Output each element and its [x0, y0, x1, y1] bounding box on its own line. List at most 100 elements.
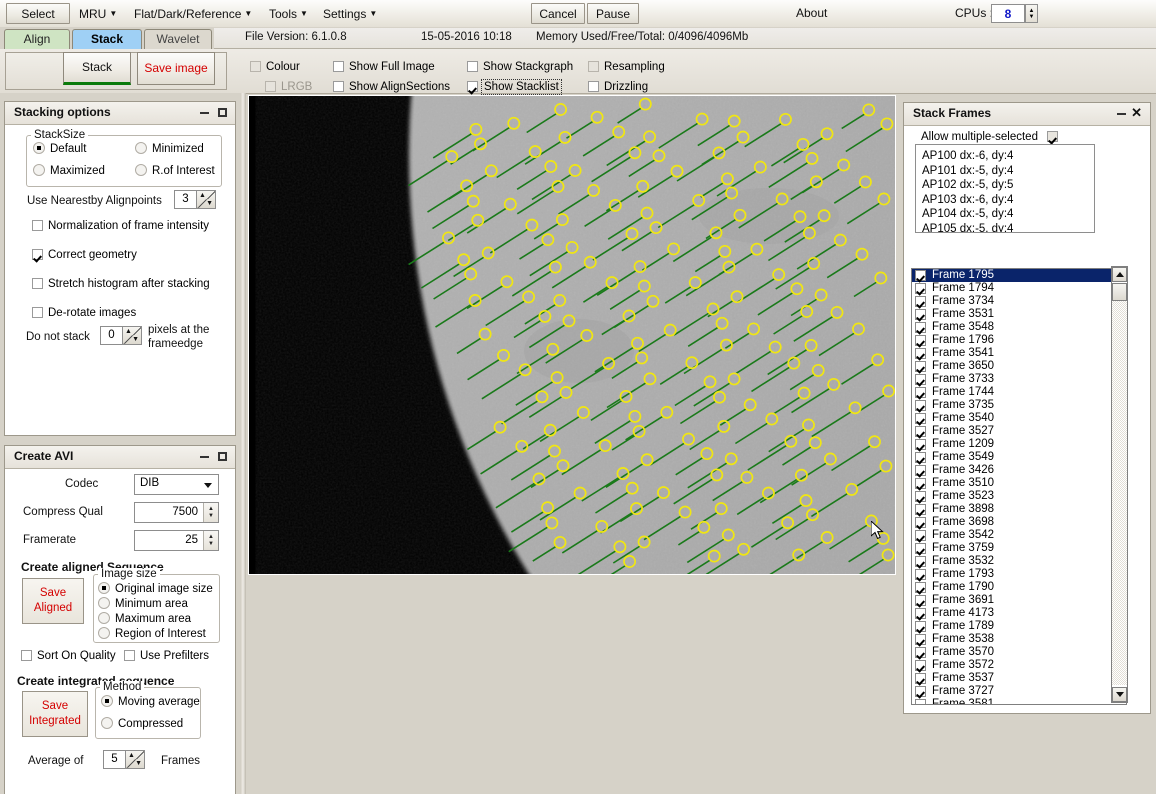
- checkbox-lrgb[interactable]: LRGB: [265, 81, 312, 93]
- frame-checkbox[interactable]: [915, 686, 926, 697]
- frame-checkbox[interactable]: [915, 348, 926, 359]
- checkbox-show-alignsections[interactable]: Show AlignSections: [333, 81, 450, 93]
- checkbox-stretch-histogram[interactable]: Stretch histogram after stacking: [32, 278, 210, 290]
- frame-list-item[interactable]: Frame 3698: [912, 516, 1126, 529]
- alignpoint-row[interactable]: AP102 dx:-5, dy:5: [922, 178, 1094, 193]
- save-integrated-button[interactable]: Save Integrated: [22, 691, 88, 737]
- frame-list-item[interactable]: Frame 3540: [912, 412, 1126, 425]
- frame-checkbox[interactable]: [915, 582, 926, 593]
- frame-list-item[interactable]: Frame 3527: [912, 425, 1126, 438]
- radio-stacksize-maximized[interactable]: Maximized: [33, 164, 105, 177]
- pause-button[interactable]: Pause: [587, 3, 639, 24]
- checkbox-allow-multiple-selected[interactable]: Allow multiple-selected: [921, 131, 1059, 143]
- frame-list-item[interactable]: Frame 3898: [912, 503, 1126, 516]
- frame-checkbox[interactable]: [915, 361, 926, 372]
- close-icon[interactable]: ✕: [1131, 106, 1142, 119]
- tab-align[interactable]: Align: [4, 29, 70, 49]
- average-of-stepper[interactable]: 5 ▲ ▼: [103, 750, 145, 769]
- frame-checkbox[interactable]: [915, 517, 926, 528]
- frame-checkbox[interactable]: [915, 608, 926, 619]
- radio-region-of-interest[interactable]: Region of Interest: [98, 627, 206, 640]
- save-aligned-button[interactable]: Save Aligned: [22, 578, 84, 624]
- frame-list-item[interactable]: Frame 3572: [912, 659, 1126, 672]
- scrollbar-track[interactable]: [1112, 284, 1127, 685]
- menu-item-tools[interactable]: Tools ▼: [266, 4, 311, 23]
- frame-checkbox[interactable]: [915, 465, 926, 476]
- menu-item-flat-dark-reference[interactable]: Flat/Dark/Reference ▼: [131, 4, 255, 23]
- frame-list[interactable]: Frame 1795 Frame 1794 Frame 3734 Frame 3531…: [911, 268, 1127, 705]
- checkbox-derotate-images[interactable]: De-rotate images: [32, 307, 136, 319]
- frame-checkbox[interactable]: [915, 478, 926, 489]
- checkbox-sort-on-quality[interactable]: Sort On Quality: [21, 650, 116, 662]
- frame-checkbox[interactable]: [915, 296, 926, 307]
- frame-list-item[interactable]: Frame 3581: [912, 698, 1126, 704]
- frame-list-item[interactable]: Frame 3691: [912, 594, 1126, 607]
- frame-checkbox[interactable]: [915, 335, 926, 346]
- frame-checkbox[interactable]: [915, 374, 926, 385]
- frame-list-scrollbar[interactable]: [1111, 266, 1128, 703]
- maximize-icon[interactable]: [218, 452, 227, 461]
- codec-select[interactable]: DIB: [134, 474, 219, 495]
- frame-checkbox[interactable]: [915, 699, 926, 704]
- alignpoint-row[interactable]: AP100 dx:-6, dy:4: [922, 149, 1094, 164]
- frame-list-item[interactable]: Frame 1794: [912, 282, 1126, 295]
- frame-list-item[interactable]: Frame 3510: [912, 477, 1126, 490]
- frame-checkbox[interactable]: [915, 439, 926, 450]
- scrollbar-thumb[interactable]: [1112, 283, 1127, 301]
- frame-list-item[interactable]: Frame 4173: [912, 607, 1126, 620]
- alignpoint-row[interactable]: AP101 dx:-5, dy:4: [922, 164, 1094, 179]
- minimize-icon[interactable]: [1117, 113, 1126, 115]
- frame-list-item[interactable]: Frame 3759: [912, 542, 1126, 555]
- frame-list-item[interactable]: Frame 3548: [912, 321, 1126, 334]
- frame-list-item[interactable]: Frame 1795: [912, 269, 1126, 282]
- frame-checkbox[interactable]: [915, 452, 926, 463]
- select-button[interactable]: Select: [6, 3, 70, 24]
- frame-list-item[interactable]: Frame 1796: [912, 334, 1126, 347]
- scroll-up-button[interactable]: [1112, 267, 1127, 282]
- radio-stacksize-roi[interactable]: R.of Interest: [135, 164, 215, 177]
- donotstack-stepper[interactable]: 0 ▲ ▼: [100, 326, 142, 345]
- nearestby-alignpoints-stepper[interactable]: 3 ▲ ▼: [174, 190, 216, 209]
- image-preview-canvas[interactable]: [248, 95, 896, 575]
- frame-checkbox[interactable]: [915, 322, 926, 333]
- tab-stack[interactable]: Stack: [72, 29, 142, 49]
- frame-list-item[interactable]: Frame 1793: [912, 568, 1126, 581]
- frame-checkbox[interactable]: [915, 413, 926, 424]
- frame-list-item[interactable]: Frame 3570: [912, 646, 1126, 659]
- frame-list-item[interactable]: Frame 3426: [912, 464, 1126, 477]
- frame-checkbox[interactable]: [915, 387, 926, 398]
- framerate-stepper[interactable]: 25 ▲ ▼: [134, 530, 219, 551]
- frame-checkbox[interactable]: [915, 660, 926, 671]
- frame-list-item[interactable]: Frame 3735: [912, 399, 1126, 412]
- tab-wavelet[interactable]: Wavelet: [144, 29, 212, 49]
- frame-list-item[interactable]: Frame 1744: [912, 386, 1126, 399]
- minimize-icon[interactable]: [200, 456, 209, 458]
- alignpoint-row[interactable]: AP105 dx:-5, dy:4: [922, 222, 1094, 233]
- checkbox-colour[interactable]: Colour: [250, 61, 300, 73]
- frame-list-item[interactable]: Frame 3532: [912, 555, 1126, 568]
- frame-list-item[interactable]: Frame 1209: [912, 438, 1126, 451]
- frame-list-item[interactable]: Frame 3542: [912, 529, 1126, 542]
- stepper-arrows[interactable]: ▲ ▼: [122, 327, 141, 344]
- frame-list-item[interactable]: Frame 3531: [912, 308, 1126, 321]
- cancel-button[interactable]: Cancel: [531, 3, 585, 24]
- frame-list-item[interactable]: Frame 3541: [912, 347, 1126, 360]
- frame-checkbox[interactable]: [915, 283, 926, 294]
- radio-compressed[interactable]: Compressed: [101, 717, 183, 730]
- checkbox-show-full-image[interactable]: Show Full Image: [333, 61, 435, 73]
- maximize-icon[interactable]: [218, 108, 227, 117]
- checkbox-show-stacklist[interactable]: Show Stacklist: [467, 79, 562, 95]
- frame-checkbox[interactable]: [915, 426, 926, 437]
- stack-button[interactable]: Stack: [63, 52, 131, 85]
- checkbox-correct-geometry[interactable]: Correct geometry: [32, 249, 137, 261]
- frame-list-item[interactable]: Frame 3523: [912, 490, 1126, 503]
- frame-checkbox[interactable]: [915, 491, 926, 502]
- alignpoint-offsets-list[interactable]: AP100 dx:-6, dy:4 AP101 dx:-5, dy:4 AP102 …: [915, 144, 1095, 233]
- frame-list-item[interactable]: Frame 1790: [912, 581, 1126, 594]
- frame-list-item[interactable]: Frame 3727: [912, 685, 1126, 698]
- radio-stacksize-minimized[interactable]: Minimized: [135, 142, 204, 155]
- save-image-button[interactable]: Save image: [137, 52, 215, 85]
- alignpoint-row[interactable]: AP104 dx:-5, dy:4: [922, 207, 1094, 222]
- frame-checkbox[interactable]: [915, 530, 926, 541]
- cpus-input[interactable]: 8: [991, 4, 1025, 23]
